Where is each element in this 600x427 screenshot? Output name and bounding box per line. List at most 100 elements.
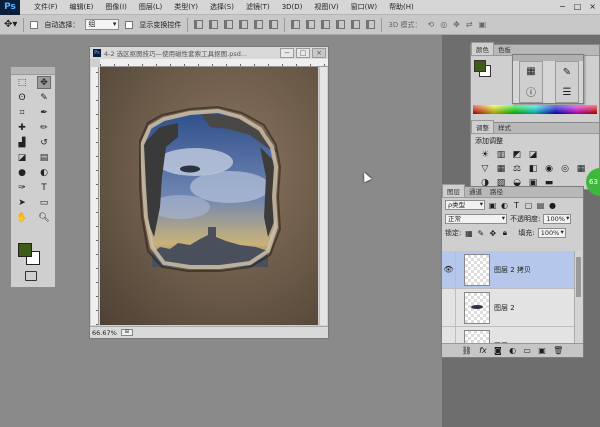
filter-pixel-icon[interactable]: ▣ [488,201,497,210]
layer-row[interactable]: 👁︎ 图层 2 拷贝 [442,251,575,289]
quick-select-tool-icon[interactable]: ✎ [37,91,51,104]
close-button[interactable]: × [589,2,596,11]
menu-window[interactable]: 窗口(W) [345,2,383,12]
3d-scale-icon[interactable]: ▣ [479,20,487,29]
vibrance-icon[interactable]: ▽ [479,164,491,174]
add-mask-icon[interactable]: ◙ [494,346,502,355]
panel-foreground-swatch[interactable] [474,60,486,72]
3d-roll-icon[interactable]: ◎ [440,20,447,29]
lock-transparent-icon[interactable]: ▦ [464,229,473,238]
fill-input[interactable]: 100% [537,228,566,238]
eraser-tool-icon[interactable]: ◪ [15,151,29,164]
align-left-icon[interactable] [239,20,249,29]
crop-tool-icon[interactable]: ⌗ [15,106,29,119]
status-menu-icon[interactable]: ⊞ [120,329,133,336]
lock-all-icon[interactable]: 🔒︎ [500,228,509,238]
menu-file[interactable]: 文件(F) [28,2,64,12]
properties-panel-icon[interactable]: ☰ [563,87,572,98]
tab-styles[interactable]: 样式 [494,121,515,133]
new-layer-icon[interactable]: ▣ [538,346,546,355]
3d-rotate-icon[interactable]: ⟲ [427,20,434,29]
history-brush-icon[interactable]: ↺ [37,136,51,149]
doc-maximize-button[interactable]: □ [296,48,310,58]
tab-channels[interactable]: 通道 [465,185,486,197]
move-tool-icon[interactable]: ✥ [37,76,51,89]
history-panel-icon[interactable]: ▦ [526,66,535,77]
menu-select[interactable]: 选择(S) [204,2,240,12]
lock-position-icon[interactable]: ✥ [488,229,497,238]
link-layers-icon[interactable]: ⛓ [462,346,472,355]
menu-help[interactable]: 帮助(H) [383,2,420,12]
menu-edit[interactable]: 编辑(E) [64,2,100,12]
document-canvas[interactable] [100,67,318,325]
eyedropper-tool-icon[interactable]: ✒ [37,106,51,119]
doc-minimize-button[interactable]: − [280,48,294,58]
brightness-icon[interactable]: ☀ [479,150,491,160]
lasso-tool-icon[interactable]: ʘ [15,91,29,104]
menu-filter[interactable]: 滤镜(T) [240,2,276,12]
distribute-bottom-icon[interactable] [321,20,331,29]
menu-layer[interactable]: 图层(L) [133,2,168,12]
auto-select-dropdown[interactable]: 组 [85,19,120,30]
auto-select-checkbox[interactable] [30,20,39,29]
filter-toggle-icon[interactable]: ● [548,201,557,210]
filter-adjust-icon[interactable]: ◐ [500,201,509,210]
color-spectrum[interactable] [473,105,597,114]
color-lookup-icon[interactable]: ▦ [575,164,587,174]
layers-scroll-thumb[interactable] [576,257,581,297]
filter-type-icon[interactable]: T [512,201,521,210]
align-hcenter-icon[interactable] [254,20,264,29]
distribute-hcenter-icon[interactable] [351,20,361,29]
align-top-icon[interactable] [194,20,204,29]
minimize-button[interactable]: − [559,2,566,11]
show-transform-checkbox[interactable] [125,20,134,29]
pen-tool-icon[interactable]: ✑ [15,181,29,194]
doc-close-button[interactable]: × [312,48,326,58]
visibility-eye-icon[interactable] [442,288,456,327]
move-tool-icon[interactable]: ✥▾ [4,19,17,30]
align-right-icon[interactable] [269,20,279,29]
document-title-bar[interactable]: Ps 4-2 选区抠图技巧—使用磁性套索工具抠图.psd... − □ × [90,47,328,59]
hue-saturation-icon[interactable]: ▦ [495,164,507,174]
blur-tool-icon[interactable]: ● [15,166,29,179]
filter-smart-icon[interactable]: ▤ [536,201,545,210]
menu-view[interactable]: 视图(V) [308,2,344,12]
vertical-ruler[interactable] [91,67,99,325]
info-panel-icon[interactable]: ⓘ [526,84,536,99]
levels-icon[interactable]: ▥ [495,150,507,160]
foreground-color-swatch[interactable] [18,243,32,257]
layer-row[interactable]: 图层 2 [442,288,575,327]
tab-adjustments[interactable]: 调整 [471,120,494,133]
3d-slide-icon[interactable]: ⇄ [466,20,473,29]
brush-tool-icon[interactable]: ✏ [37,121,51,134]
curves-icon[interactable]: ◩ [511,150,523,160]
shape-tool-icon[interactable]: ▭ [37,196,51,209]
brush-panel-icon[interactable]: ✎ [563,67,571,78]
tab-color[interactable]: 颜色 [471,42,494,55]
align-bottom-icon[interactable] [224,20,234,29]
tools-panel-header[interactable] [11,67,55,75]
layer-style-icon[interactable]: fx [479,346,487,355]
tab-layers[interactable]: 图层 [442,184,465,197]
filter-shape-icon[interactable]: ▢ [524,201,533,210]
exposure-icon[interactable]: ◪ [527,150,539,160]
layer-filter-dropdown[interactable]: ρ类型 [445,200,485,210]
quick-mask-icon[interactable] [25,271,37,281]
align-vcenter-icon[interactable] [209,20,219,29]
zoom-level[interactable]: 66.67% [92,329,117,337]
document-vertical-scrollbar[interactable] [319,67,327,325]
layers-scrollbar[interactable] [574,251,582,343]
blend-mode-dropdown[interactable]: 正常 [445,214,507,224]
distribute-left-icon[interactable] [336,20,346,29]
clone-stamp-icon[interactable]: ▟ [15,136,29,149]
menu-image[interactable]: 图像(I) [99,2,133,12]
photo-filter-icon[interactable]: ◉ [543,164,555,174]
tab-paths[interactable]: 路径 [486,185,507,197]
healing-brush-icon[interactable]: ✚ [15,121,29,134]
distribute-top-icon[interactable] [291,20,301,29]
path-select-icon[interactable]: ➤ [15,196,29,209]
delete-layer-icon[interactable]: 🗑︎ [553,346,563,355]
hand-tool-icon[interactable]: ✋ [15,211,29,224]
maximize-button[interactable]: □ [574,2,582,11]
color-balance-icon[interactable]: ⚖ [511,164,523,174]
